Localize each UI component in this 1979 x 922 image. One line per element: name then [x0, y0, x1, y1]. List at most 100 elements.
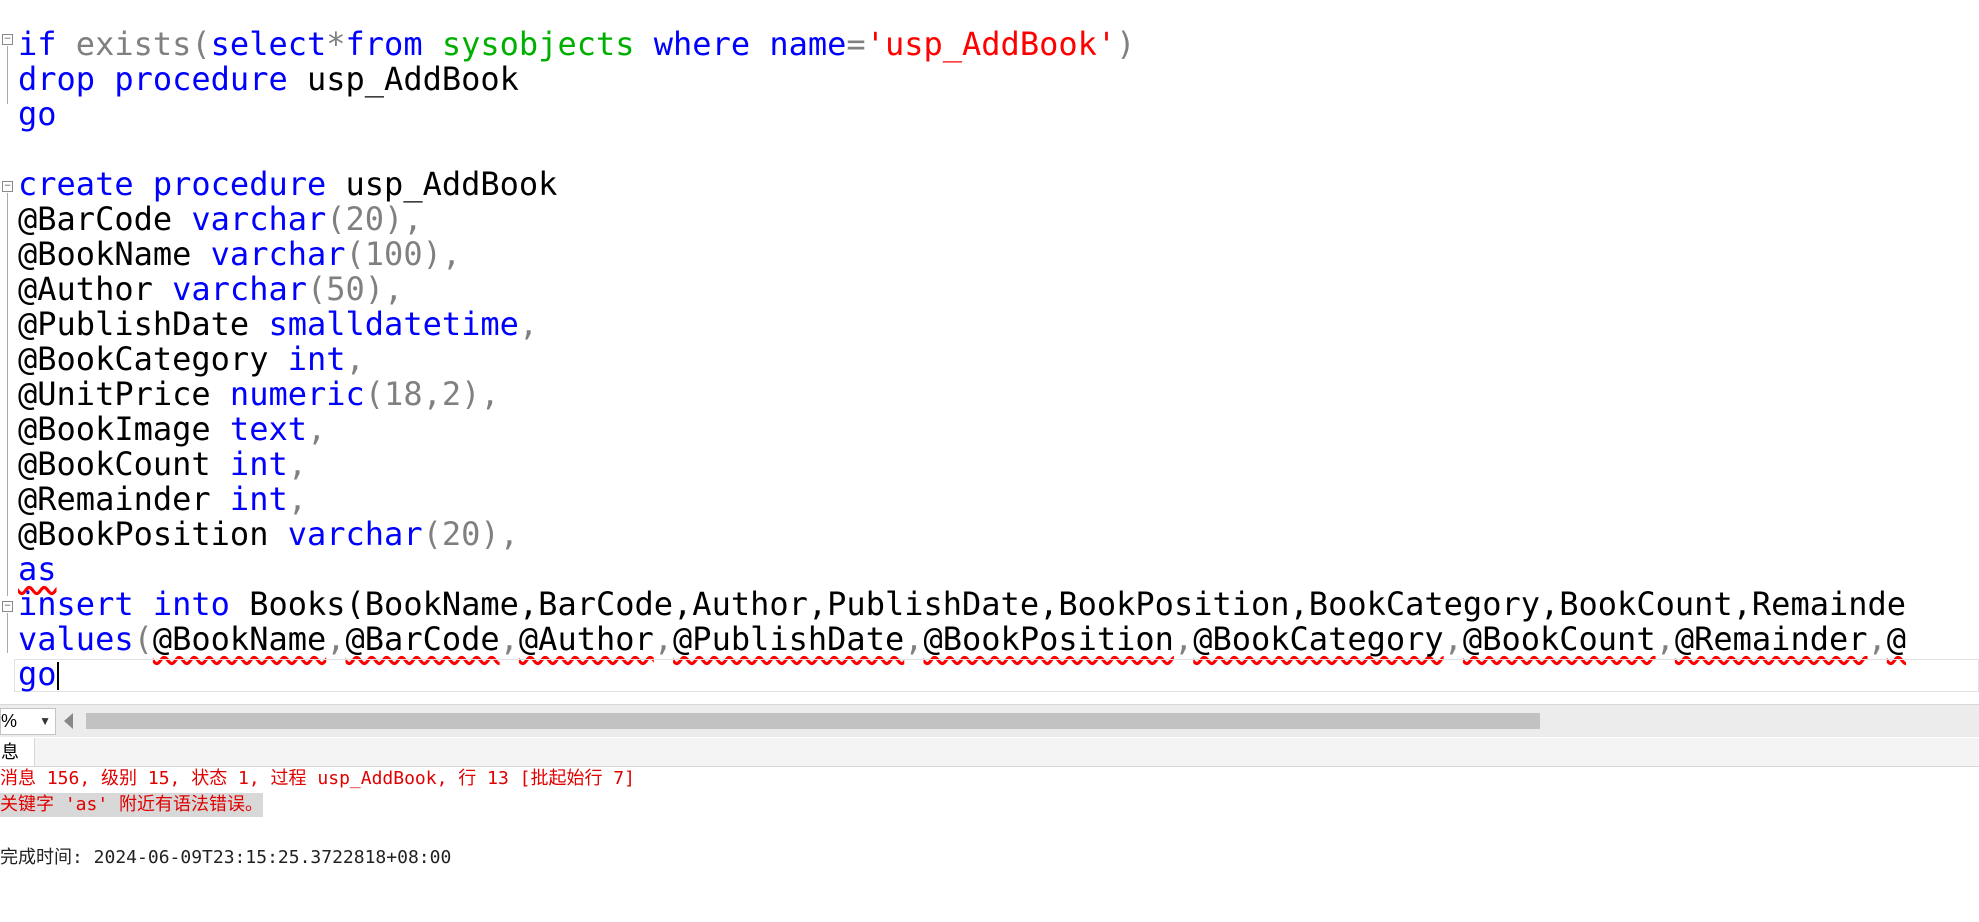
- operator-equals: =: [846, 25, 866, 63]
- completion-time: 完成时间: 2024-06-09T23:15:25.3722818+08:00: [0, 847, 452, 868]
- horizontal-scrollbar-thumb[interactable]: [86, 713, 1540, 729]
- param-type: text: [229, 410, 307, 448]
- param-line[interactable]: @UnitPrice numeric(18,2),: [18, 377, 500, 412]
- param-name: @BookPosition: [18, 515, 269, 553]
- fold-guide: [7, 613, 8, 653]
- paren: (: [133, 620, 153, 658]
- table-name: Books: [229, 585, 346, 623]
- paren: (: [191, 25, 211, 63]
- param-name: @UnitPrice: [18, 375, 211, 413]
- code-line-1[interactable]: if exists(select*from sysobjects where n…: [18, 27, 1135, 62]
- param-type: varchar: [287, 515, 423, 553]
- value-arg: @BarCode: [345, 620, 500, 658]
- code-line-go-end[interactable]: go: [18, 657, 59, 692]
- code-line-5[interactable]: create procedure usp_AddBook: [18, 167, 557, 202]
- value-arg: @Remainder: [1674, 620, 1868, 658]
- keyword-where: where: [653, 25, 751, 63]
- param-type: smalldatetime: [268, 305, 519, 343]
- param-suffix: ,: [287, 480, 307, 518]
- param-type: int: [229, 445, 288, 483]
- identifier: usp_AddBook: [287, 60, 519, 98]
- param-name: @BookName: [18, 235, 192, 273]
- chevron-down-icon[interactable]: ▼: [39, 709, 51, 734]
- results-tab-strip: 息: [0, 738, 1979, 767]
- param-type: varchar: [191, 200, 327, 238]
- param-line[interactable]: @BookPosition varchar(20),: [18, 517, 519, 552]
- param-line[interactable]: @PublishDate smalldatetime,: [18, 307, 538, 342]
- param-type: varchar: [172, 270, 307, 308]
- value-arg: @BookCategory: [1193, 620, 1444, 658]
- column-name: name: [769, 25, 847, 63]
- code-line-2[interactable]: drop procedure usp_AddBook: [18, 62, 519, 97]
- messages-pane[interactable]: 消息 156, 级别 15, 状态 1, 过程 usp_AddBook, 行 1…: [0, 767, 1979, 922]
- string-literal: 'usp_AddBook': [865, 25, 1117, 63]
- operator-star: *: [326, 25, 346, 63]
- collapse-icon[interactable]: −: [2, 34, 13, 45]
- keyword-as-error: as: [18, 550, 57, 588]
- param-suffix: ,: [345, 340, 365, 378]
- param-type: int: [229, 480, 288, 518]
- value-arg: @BookCount: [1462, 620, 1656, 658]
- keyword-insert: insert: [18, 585, 134, 623]
- keyword-create: create: [18, 165, 134, 203]
- error-message-text: 关键字 'as' 附近有语法错误。: [0, 793, 264, 817]
- param-type: numeric: [229, 375, 365, 413]
- param-type: varchar: [210, 235, 346, 273]
- param-name: @Remainder: [18, 480, 211, 518]
- collapse-icon[interactable]: −: [2, 601, 13, 612]
- param-suffix: (18,2),: [364, 375, 500, 413]
- keyword-go: go: [18, 95, 57, 133]
- fold-guide: [7, 193, 8, 596]
- param-suffix: ,: [518, 305, 539, 343]
- keyword-procedure: procedure: [114, 60, 288, 98]
- code-line-as[interactable]: as: [18, 552, 57, 587]
- scroll-left-arrow-icon[interactable]: [64, 713, 73, 729]
- keyword-exists: exists: [75, 25, 192, 63]
- text-cursor: [56, 662, 59, 690]
- param-line[interactable]: @Author varchar(50),: [18, 272, 403, 307]
- param-suffix: (100),: [345, 235, 462, 273]
- zoom-dropdown[interactable]: % ▼: [0, 708, 56, 735]
- fold-guide: [7, 46, 8, 104]
- keyword-into: into: [152, 585, 230, 623]
- query-editor[interactable]: − − − if exists(select*from sysobjects w…: [0, 0, 1979, 696]
- param-name: @BookCount: [18, 445, 211, 483]
- value-arg: @: [1886, 620, 1907, 658]
- tab-messages[interactable]: 息: [0, 738, 35, 766]
- param-suffix: (20),: [422, 515, 519, 553]
- collapse-icon[interactable]: −: [2, 181, 13, 192]
- param-line[interactable]: @BookCategory int,: [18, 342, 365, 377]
- value-arg: @BookPosition: [923, 620, 1174, 658]
- current-line-highlight: [14, 659, 1979, 692]
- param-line[interactable]: @BookCount int,: [18, 447, 307, 482]
- param-suffix: (20),: [326, 200, 423, 238]
- error-message-header: 消息 156, 级别 15, 状态 1, 过程 usp_AddBook, 行 1…: [0, 768, 635, 789]
- param-line[interactable]: @BookImage text,: [18, 412, 326, 447]
- keyword-go: go: [18, 655, 57, 693]
- column-list: (BookName,BarCode,Author,PublishDate,Boo…: [345, 585, 1907, 623]
- param-line[interactable]: @BarCode varchar(20),: [18, 202, 423, 237]
- value-arg: @PublishDate: [673, 620, 905, 658]
- param-line[interactable]: @Remainder int,: [18, 482, 307, 517]
- keyword-from: from: [345, 25, 423, 63]
- code-line-values[interactable]: values(@BookName,@BarCode,@Author,@Publi…: [18, 622, 1906, 657]
- keyword-drop: drop: [18, 60, 96, 98]
- system-object: sysobjects: [441, 25, 635, 63]
- code-line-3[interactable]: go: [18, 97, 57, 132]
- param-suffix: ,: [287, 445, 307, 483]
- param-line[interactable]: @BookName varchar(100),: [18, 237, 461, 272]
- param-name: @BarCode: [18, 200, 173, 238]
- identifier: usp_AddBook: [326, 165, 558, 203]
- param-name: @PublishDate: [18, 305, 250, 343]
- param-name: @BookCategory: [18, 340, 269, 378]
- param-name: @Author: [18, 270, 153, 308]
- keyword-select: select: [210, 25, 327, 63]
- keyword-values: values: [18, 620, 134, 658]
- code-line-insert[interactable]: insert into Books(BookName,BarCode,Autho…: [18, 587, 1906, 622]
- param-type: int: [287, 340, 346, 378]
